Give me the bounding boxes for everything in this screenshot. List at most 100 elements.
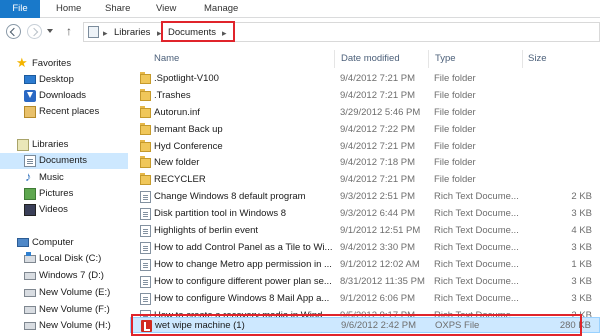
nav-favorites-label: Favorites: [32, 58, 72, 69]
nav-drive-e[interactable]: New Volume (E:): [0, 285, 128, 301]
file-type: File folder: [434, 174, 476, 185]
file-row[interactable]: Autorun.inf 3/29/2012 5:46 PM File folde…: [130, 105, 600, 121]
drive-icon: [24, 289, 36, 297]
tab-manage[interactable]: Manage: [204, 0, 238, 18]
file-row[interactable]: How to configure Windows 8 Mail App a...…: [130, 291, 600, 307]
file-row[interactable]: Highlights of berlin event 9/1/2012 12:5…: [130, 223, 600, 239]
file-name: .Spotlight-V100: [154, 73, 219, 84]
file-row[interactable]: Change Windows 8 default program 9/3/201…: [130, 189, 600, 205]
column-header-name[interactable]: Name: [154, 51, 179, 67]
ribbon-tabs: File Home Share View Manage: [0, 0, 600, 18]
rtf-document-icon: [140, 259, 151, 271]
nav-videos-label: Videos: [39, 204, 68, 215]
file-size: 2 KB: [571, 191, 592, 202]
address-row: ↑ ▸ Libraries ▸ Documents ▸: [0, 19, 600, 45]
nav-drive-c[interactable]: Local Disk (C:): [0, 251, 128, 267]
file-date: 9/4/2012 7:22 PM: [340, 124, 415, 135]
nav-computer-label: Computer: [32, 237, 74, 248]
nav-videos[interactable]: Videos: [0, 202, 128, 218]
nav-recent-places-label: Recent places: [39, 106, 100, 117]
file-date: 9/4/2012 7:21 PM: [340, 141, 415, 152]
file-row[interactable]: How to configure different power plan se…: [130, 274, 600, 290]
file-type: Rich Text Docume...: [434, 259, 519, 270]
computer-icon: [17, 238, 29, 247]
tab-share[interactable]: Share: [105, 0, 130, 18]
rtf-document-icon: [140, 276, 151, 288]
file-size: 3 KB: [571, 276, 592, 287]
file-size: 3 KB: [571, 208, 592, 219]
up-arrow-icon[interactable]: ↑: [66, 25, 72, 37]
file-date: 9/4/2012 7:21 PM: [340, 174, 415, 185]
file-type: Rich Text Docume...: [434, 276, 519, 287]
nav-computer[interactable]: Computer: [0, 235, 128, 251]
nav-pictures[interactable]: Pictures: [0, 186, 128, 202]
column-header-date-modified[interactable]: Date modified: [341, 51, 400, 67]
file-name: .Trashes: [154, 90, 191, 101]
column-divider[interactable]: [428, 50, 429, 68]
music-icon: [24, 169, 36, 185]
tab-home[interactable]: Home: [56, 0, 81, 18]
nav-desktop[interactable]: Desktop: [0, 72, 128, 88]
nav-drive-d[interactable]: Windows 7 (D:): [0, 268, 128, 284]
nav-recent-places[interactable]: Recent places: [0, 104, 128, 120]
drive-icon: [24, 322, 36, 330]
file-type: File folder: [434, 157, 476, 168]
file-type: File folder: [434, 141, 476, 152]
file-date: 9/4/2012 7:18 PM: [340, 157, 415, 168]
file-size: 1 KB: [571, 259, 592, 270]
breadcrumb-separator-icon[interactable]: ▸: [103, 26, 108, 40]
file-name: New folder: [154, 157, 200, 168]
file-row[interactable]: hemant Back up 9/4/2012 7:22 PM File fol…: [130, 122, 600, 138]
file-row[interactable]: How to add Control Panel as a Tile to Wi…: [130, 240, 600, 256]
back-button[interactable]: [6, 24, 21, 39]
nav-music[interactable]: Music: [0, 169, 128, 186]
column-divider[interactable]: [334, 50, 335, 68]
nav-documents-label: Documents: [39, 155, 88, 166]
nav-favorites[interactable]: Favorites: [0, 55, 128, 72]
nav-drive-f-label: New Volume (F:): [39, 304, 110, 315]
forward-button[interactable]: [27, 24, 42, 39]
highlight-box-documents: [161, 21, 235, 42]
tab-file[interactable]: File: [0, 0, 40, 18]
file-row[interactable]: Hyd Conference 9/4/2012 7:21 PM File fol…: [130, 139, 600, 155]
nav-documents[interactable]: Documents: [0, 153, 128, 169]
nav-pictures-label: Pictures: [39, 188, 74, 199]
file-date: 8/31/2012 11:35 PM: [340, 276, 425, 287]
tab-view[interactable]: View: [156, 0, 176, 18]
recent-locations-dropdown-icon[interactable]: [47, 29, 53, 33]
file-row[interactable]: .Trashes 9/4/2012 7:21 PM File folder: [130, 88, 600, 104]
file-row[interactable]: How to change Metro app permission in ..…: [130, 257, 600, 273]
nav-desktop-label: Desktop: [39, 74, 74, 85]
folder-icon: [140, 106, 151, 118]
documents-icon: [24, 155, 36, 167]
file-type: File folder: [434, 73, 476, 84]
rtf-document-icon: [140, 191, 151, 203]
drive-icon: [24, 306, 36, 314]
breadcrumb-libraries[interactable]: Libraries: [114, 25, 150, 41]
nav-libraries[interactable]: Libraries: [0, 137, 128, 153]
column-header-size[interactable]: Size: [528, 51, 546, 67]
file-size: 3 KB: [571, 293, 592, 304]
videos-icon: [24, 204, 36, 216]
column-divider[interactable]: [522, 50, 523, 68]
file-type: File folder: [434, 90, 476, 101]
desktop-icon: [24, 75, 36, 84]
folder-icon: [140, 173, 151, 185]
folder-icon: [140, 156, 151, 168]
nav-drive-c-label: Local Disk (C:): [39, 253, 102, 264]
folder-icon: [140, 89, 151, 101]
file-row[interactable]: Disk partition tool in Windows 8 9/3/201…: [130, 206, 600, 222]
file-row[interactable]: .Spotlight-V100 9/4/2012 7:21 PM File fo…: [130, 71, 600, 87]
file-date: 9/3/2012 2:51 PM: [340, 191, 415, 202]
nav-drive-f[interactable]: New Volume (F:): [0, 302, 128, 318]
file-row[interactable]: RECYCLER 9/4/2012 7:21 PM File folder: [130, 172, 600, 188]
file-name: Disk partition tool in Windows 8: [154, 208, 286, 219]
library-icon: [88, 26, 99, 38]
file-name: How to configure Windows 8 Mail App a...: [154, 293, 330, 304]
nav-downloads[interactable]: Downloads: [0, 88, 128, 104]
file-row[interactable]: New folder 9/4/2012 7:18 PM File folder: [130, 155, 600, 171]
file-date: 9/3/2012 6:44 PM: [340, 208, 415, 219]
column-header-type[interactable]: Type: [435, 51, 456, 67]
nav-drive-h[interactable]: New Volume (H:): [0, 318, 128, 334]
file-name: How to configure different power plan se…: [154, 276, 332, 287]
